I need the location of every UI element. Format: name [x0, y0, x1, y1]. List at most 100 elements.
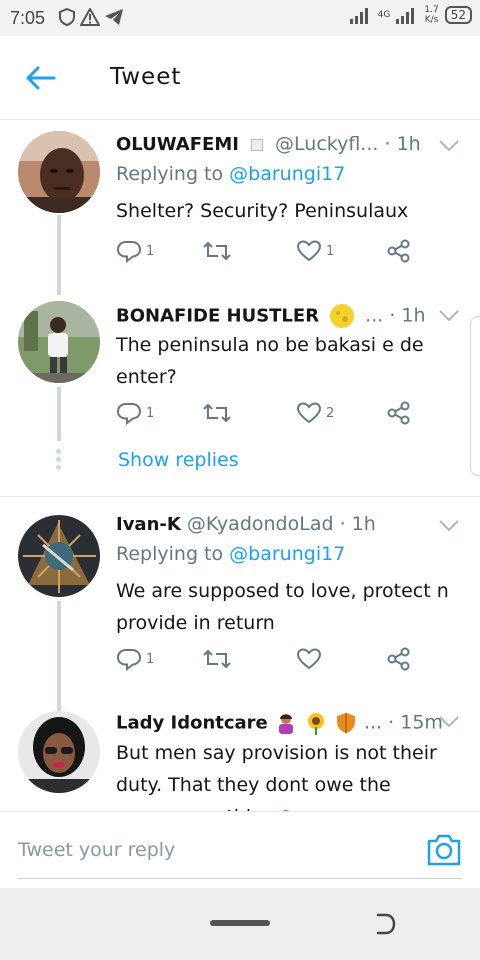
author-handle[interactable]: ...	[364, 712, 382, 734]
tweet-actions: 1 1	[116, 239, 416, 269]
network-speed-value: 1.7	[424, 5, 439, 15]
tweet-time: 1h	[396, 133, 421, 155]
like-button[interactable]: 2	[296, 401, 334, 425]
avatar-image	[18, 301, 100, 383]
avatar[interactable]	[18, 301, 100, 383]
tweet-item[interactable]: OLUWAFEMI @Luckyfl... · 1h Replying to @…	[0, 121, 480, 295]
chevron-down-icon[interactable]	[438, 715, 460, 729]
reply-input[interactable]	[18, 832, 418, 868]
separator-dot: ·	[339, 513, 352, 535]
thread-line	[57, 387, 61, 441]
show-replies-link[interactable]: Show replies	[118, 449, 239, 471]
author-handle[interactable]: ...	[365, 305, 383, 327]
tweet-text: The peninsula no be bakasi e de enter?	[116, 334, 424, 388]
reply-button[interactable]: 1	[116, 401, 154, 425]
chevron-down-icon[interactable]	[438, 309, 460, 323]
retweet-icon	[203, 241, 231, 261]
separator-dot: ·	[389, 304, 402, 327]
author-name[interactable]: BONAFIDE HUSTLER	[116, 306, 319, 327]
avatar[interactable]	[18, 131, 100, 213]
retweet-button[interactable]	[202, 239, 236, 263]
tweet-header: OLUWAFEMI @Luckyfl... · 1h	[116, 133, 460, 163]
tweet-item[interactable]: Lady Idontcare ... · 15m But men say pro…	[0, 701, 480, 811]
nav-back-icon[interactable]	[372, 912, 398, 936]
like-count: 2	[326, 405, 335, 421]
flag-emoji-icon	[250, 138, 263, 151]
retweet-button[interactable]	[202, 647, 236, 671]
share-icon	[387, 401, 410, 425]
chevron-down-icon[interactable]	[438, 519, 460, 533]
person-shrugging-emoji-icon	[278, 714, 293, 734]
retweet-icon	[203, 403, 231, 423]
tweet-actions: 1 2	[116, 401, 416, 431]
replying-mention[interactable]: @barungi17	[229, 163, 345, 185]
arrow-left-icon	[26, 66, 56, 90]
author-handle[interactable]: @KyadondoLad	[187, 513, 334, 535]
camera-button[interactable]	[424, 832, 464, 868]
warning-icon	[80, 8, 100, 26]
tweet-header: Ivan-K @KyadondoLad · 1h	[116, 513, 460, 543]
heart-icon	[296, 648, 322, 670]
avatar[interactable]	[18, 711, 100, 793]
moon-emoji-icon	[330, 304, 355, 328]
status-bar: 7:05 4G 1.7 K/s 52	[0, 0, 480, 36]
reply-composer	[0, 811, 480, 888]
reply-icon	[116, 649, 142, 671]
share-icon	[387, 647, 410, 671]
chevron-down-icon[interactable]	[438, 139, 460, 153]
conversation-feed[interactable]: OLUWAFEMI @Luckyfl... · 1h Replying to @…	[0, 121, 480, 811]
replying-to: Replying to @barungi17	[116, 163, 345, 185]
home-gesture-bar[interactable]	[210, 920, 270, 926]
separator-dot: ·	[388, 711, 401, 734]
thread-dots	[55, 449, 63, 473]
avatar-image	[18, 515, 100, 597]
tweet-item[interactable]: Ivan-K @KyadondoLad · 1h Replying to @ba…	[0, 501, 480, 711]
battery-indicator: 52	[444, 6, 472, 24]
status-time: 7:05	[10, 8, 46, 28]
share-button[interactable]	[386, 401, 412, 425]
tweet-text: We are supposed to love, protect n provi…	[116, 580, 449, 634]
like-button[interactable]	[296, 647, 326, 671]
separator-dot: ·	[384, 133, 397, 155]
avatar[interactable]	[18, 515, 100, 597]
reply-count: 1	[146, 651, 155, 667]
reply-button[interactable]: 1	[116, 239, 154, 263]
tweet-text: But men say provision is not their duty.…	[116, 737, 452, 811]
reply-icon	[116, 403, 142, 425]
like-button[interactable]: 1	[296, 239, 334, 263]
reply-count: 1	[146, 243, 155, 259]
replying-to: Replying to @barungi17	[116, 543, 345, 565]
network-type: 4G	[377, 10, 391, 20]
avatar-image	[18, 131, 100, 213]
telegram-icon	[105, 9, 123, 25]
share-button[interactable]	[386, 239, 412, 263]
scroll-edge-handle[interactable]	[470, 316, 480, 476]
heart-icon	[296, 240, 322, 262]
reply-button[interactable]: 1	[116, 647, 154, 671]
signal-2-icon	[396, 8, 415, 24]
avatar-image	[18, 711, 100, 793]
retweet-button[interactable]	[202, 401, 236, 425]
author-name[interactable]: Ivan-K	[116, 514, 181, 535]
reply-icon	[116, 241, 142, 263]
heart-icon	[296, 402, 322, 424]
replying-prefix: Replying to	[116, 163, 224, 185]
tweet-item[interactable]: BONAFIDE HUSTLER ... · 1h The peninsula …	[0, 291, 480, 496]
author-handle[interactable]: @Luckyfl...	[275, 133, 378, 155]
top-app-bar: Tweet	[0, 36, 480, 120]
signal-icon	[349, 8, 368, 24]
shield-emoji-icon	[336, 713, 355, 733]
reply-input-underline	[18, 878, 462, 879]
replying-mention[interactable]: @barungi17	[229, 543, 345, 565]
tweet-text-content: But men say provision is not their duty.…	[116, 742, 437, 811]
network-speed: 1.7 K/s	[424, 5, 438, 25]
tweet-time: 1h	[351, 513, 376, 535]
tweet-time: 15m	[400, 711, 443, 734]
author-name[interactable]: Lady Idontcare	[116, 713, 268, 734]
author-name[interactable]: OLUWAFEMI	[116, 134, 239, 155]
back-button[interactable]	[24, 62, 60, 94]
divider	[0, 496, 480, 497]
camera-icon	[427, 834, 461, 866]
tweet-text: Shelter? Security? Peninsulaux	[116, 200, 409, 222]
share-button[interactable]	[386, 647, 412, 671]
